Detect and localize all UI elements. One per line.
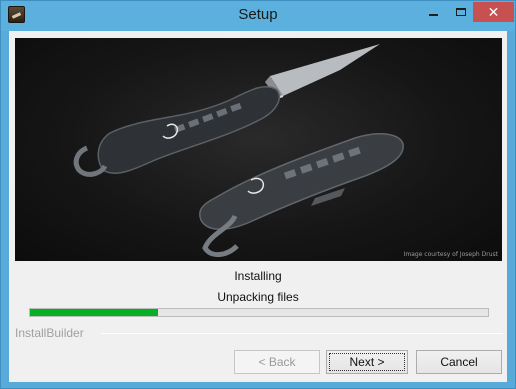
status-detail: Unpacking files: [217, 290, 299, 304]
cancel-button[interactable]: Cancel: [416, 350, 502, 374]
banner-image: Image courtesy of Joseph Drust: [15, 38, 502, 261]
minimize-button[interactable]: [419, 2, 447, 22]
next-button[interactable]: Next >: [326, 350, 408, 374]
setup-window: Setup ✕ Image courtesy of Joseph Drust I…: [0, 0, 516, 389]
close-icon: ✕: [487, 4, 500, 20]
progress-bar: [29, 308, 489, 317]
back-button[interactable]: < Back: [234, 350, 320, 374]
status-heading: Installing: [234, 269, 282, 283]
brand-divider: [101, 333, 503, 334]
maximize-icon: [456, 8, 466, 16]
lower-knife: [199, 132, 404, 257]
knives-illustration: [73, 44, 404, 257]
brand-row: InstallBuilder: [13, 326, 503, 340]
image-credit: Image courtesy of Joseph Drust: [403, 251, 498, 258]
minimize-icon: [428, 14, 438, 16]
wizard-content: Image courtesy of Joseph Drust Installin…: [9, 31, 507, 382]
progress-bar-fill: [30, 309, 158, 316]
installbuilder-label: InstallBuilder: [15, 326, 84, 340]
close-button[interactable]: ✕: [473, 2, 514, 22]
maximize-button[interactable]: [447, 2, 475, 22]
title-bar[interactable]: Setup ✕: [1, 1, 515, 31]
